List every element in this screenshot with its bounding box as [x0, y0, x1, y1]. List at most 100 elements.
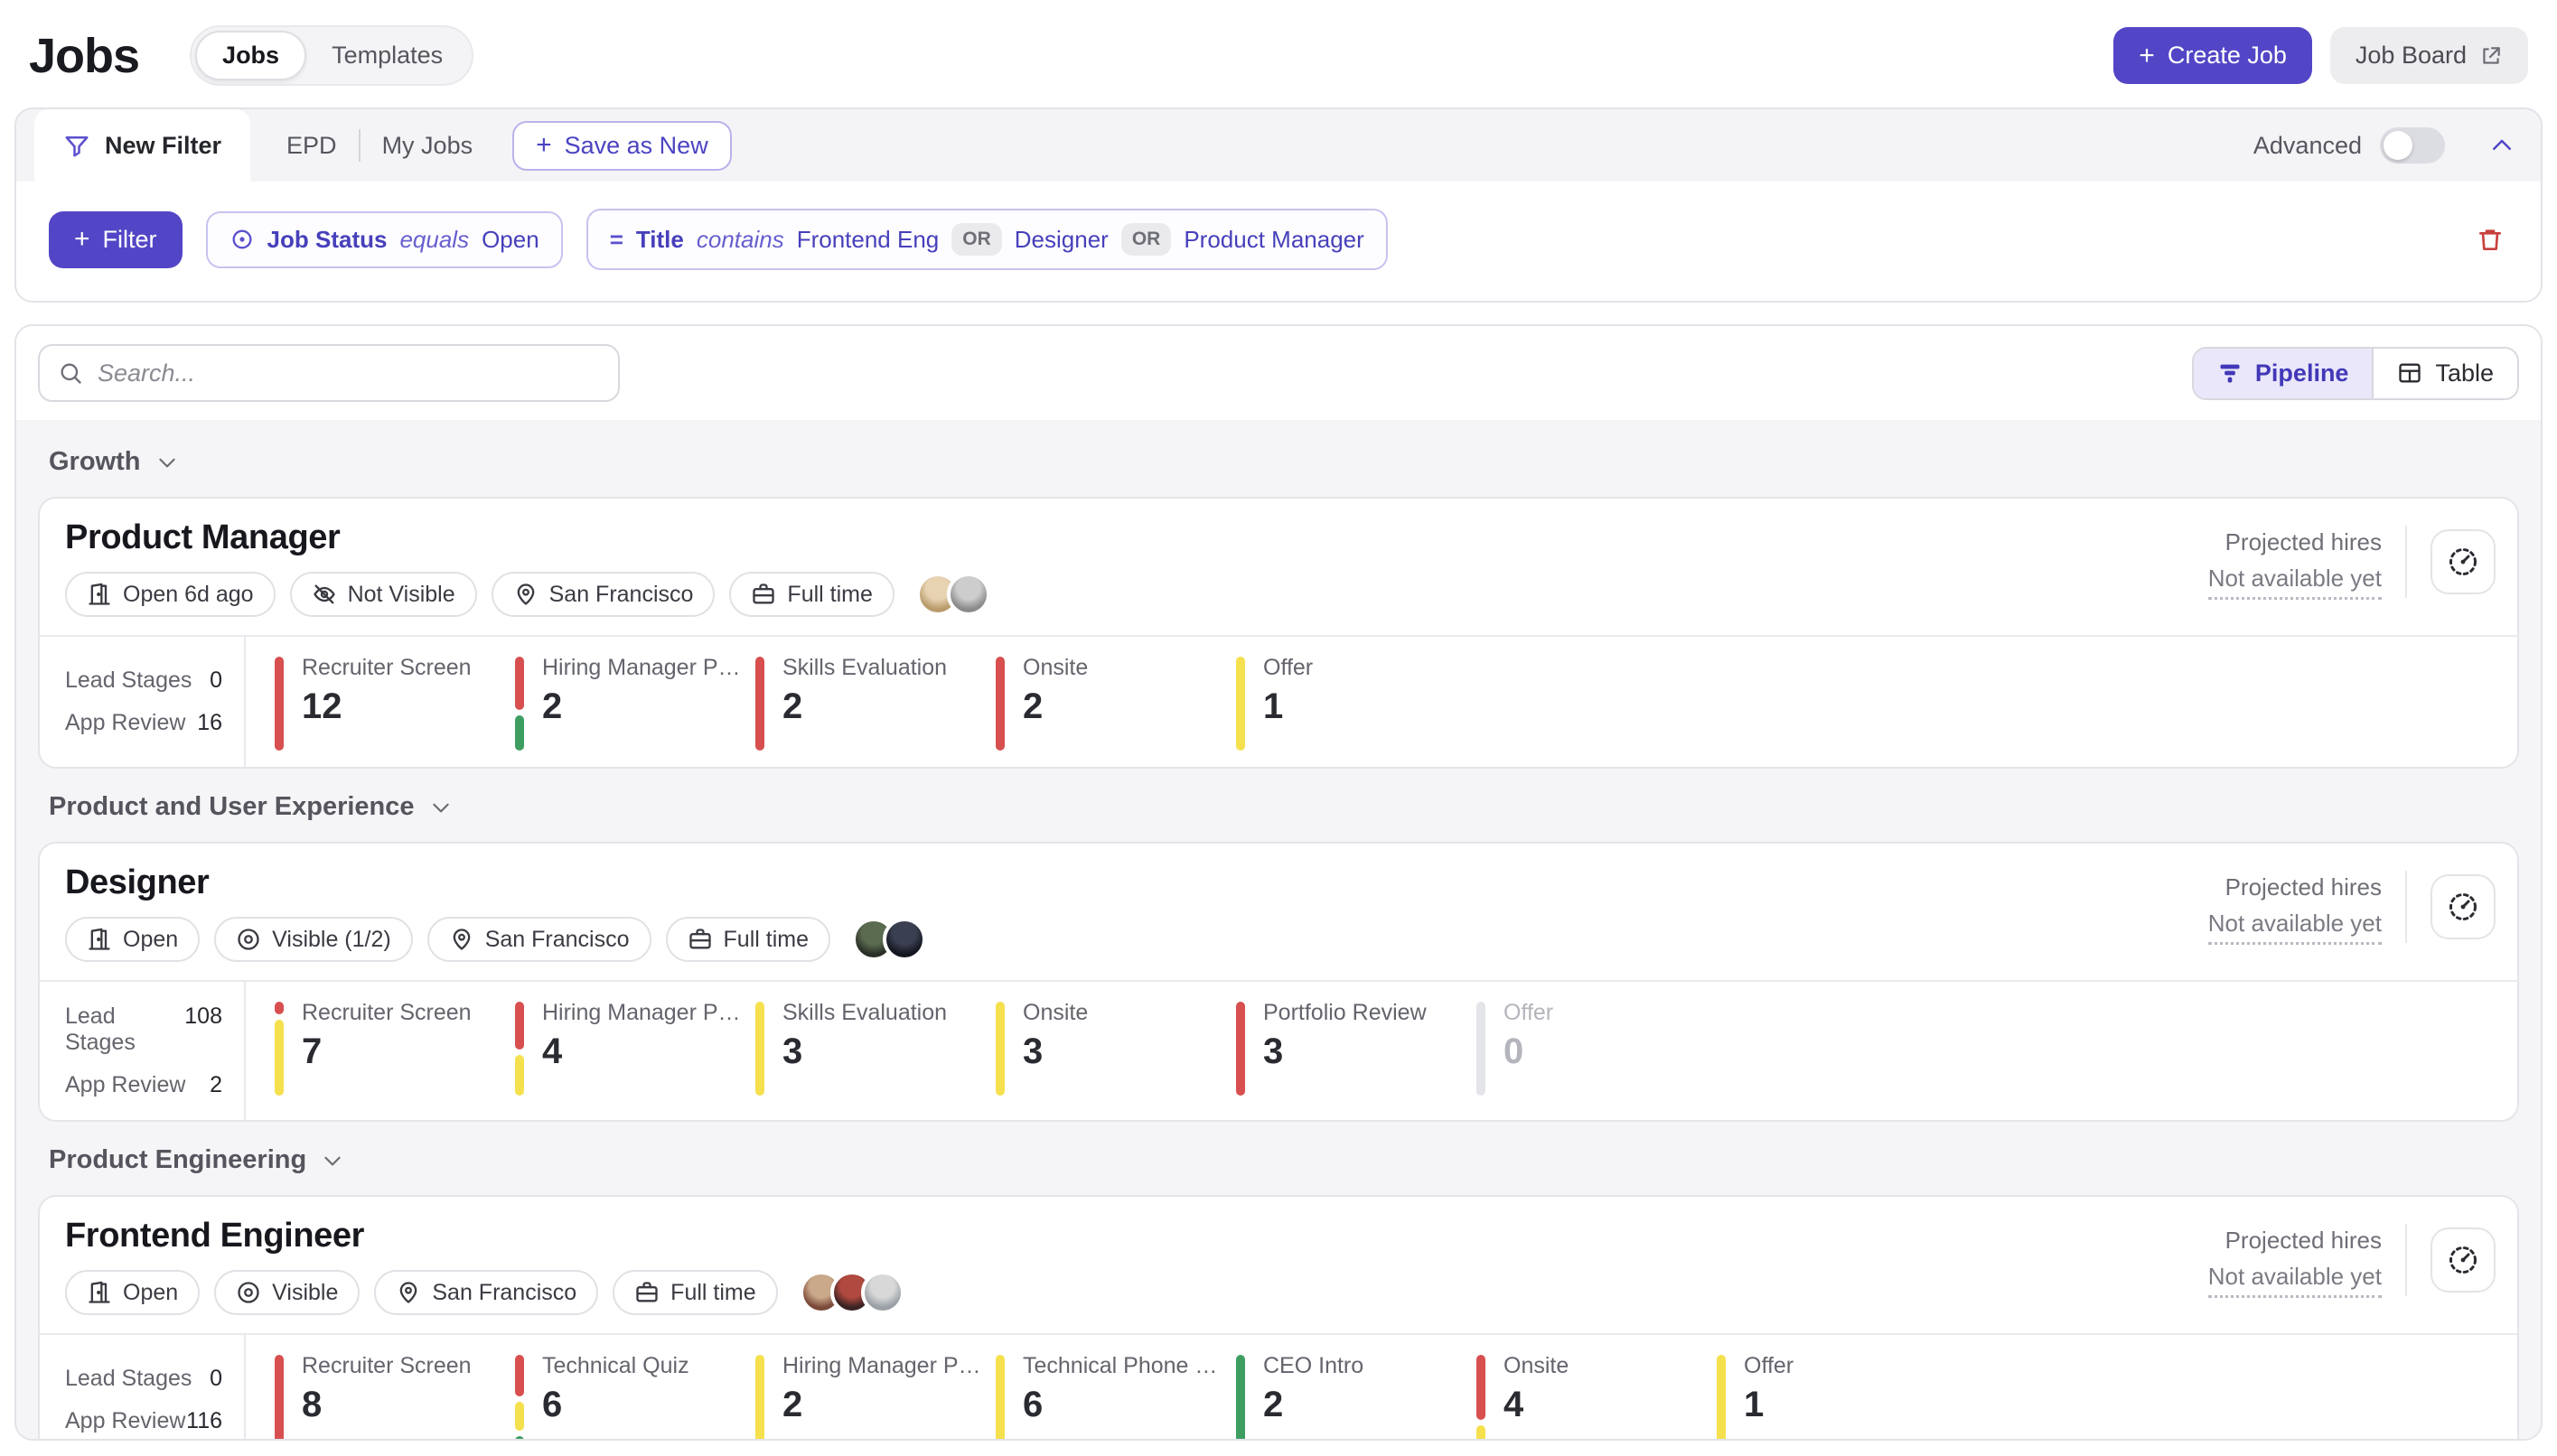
stage-columns: Recruiter Screen 12 Hiring Manager Ph... 2 S… [246, 637, 1476, 767]
stage-count: 6 [542, 1385, 563, 1424]
pipeline-stage-hiring-manager-ph-[interactable]: Hiring Manager Ph... 2 [755, 1351, 996, 1439]
pipeline-stage-portfolio-review[interactable]: Portfolio Review 3 [1236, 998, 1476, 1104]
stage-count: 2 [1263, 1385, 1284, 1424]
jobs-list-panel: Pipeline Table Growth Product Manager Open … [14, 324, 2543, 1441]
stage-columns: Recruiter Screen 7 Hiring Manager Ph... 4 Sk… [246, 982, 1717, 1120]
gauge-icon [2447, 546, 2479, 578]
pipeline-stage-skills-evaluation[interactable]: Skills Evaluation 2 [755, 653, 996, 751]
create-job-button[interactable]: + Create Job [2113, 27, 2312, 84]
job-title[interactable]: Designer [65, 863, 2208, 902]
door-icon [87, 1280, 112, 1305]
pipeline-stage-onsite[interactable]: Onsite 2 [996, 653, 1236, 751]
filter-chip-title[interactable]: = Title contains Frontend Eng OR Designer OR Pr… [585, 209, 1388, 270]
projected-hires-value: Not available yet [2207, 905, 2382, 945]
gauge-icon [2447, 1244, 2479, 1276]
stage-count: 2 [782, 686, 803, 726]
pipeline-stage-recruiter-screen[interactable]: Recruiter Screen 7 [275, 998, 515, 1104]
projected-hires-value: Not available yet [2207, 1258, 2382, 1298]
add-filter-label: Filter [102, 225, 157, 253]
stage-count: 2 [542, 686, 563, 726]
badge-label: Open 6d ago [123, 581, 254, 607]
pipeline-stage-hiring-manager-ph-[interactable]: Hiring Manager Ph... 2 [515, 653, 755, 751]
job-badge: Open 6d ago [65, 572, 276, 617]
pipeline-stage-recruiter-screen[interactable]: Recruiter Screen 12 [275, 653, 515, 751]
job-card-header: Designer Open Visible (1/2) San Francisco Fu… [40, 844, 2517, 980]
briefcase-icon [688, 927, 713, 952]
job-badges: Open Visible San Francisco Full time [65, 1270, 2208, 1315]
pipeline-stage-hiring-manager-ph-[interactable]: Hiring Manager Ph... 4 [515, 998, 755, 1104]
job-board-button[interactable]: Job Board [2329, 27, 2528, 84]
group-name: Growth [49, 447, 141, 476]
pipeline-board: Growth Product Manager Open 6d ago Not Visi… [16, 420, 2541, 1439]
advanced-toggle[interactable] [2380, 127, 2445, 163]
search-input[interactable] [98, 359, 600, 387]
view-mode-pipeline[interactable]: Pipeline [2193, 348, 2373, 398]
group-header-product-engineering[interactable]: Product Engineering [49, 1145, 2519, 1175]
divider [2405, 870, 2407, 943]
pipeline-stage-ceo-intro[interactable]: CEO Intro 2 [1236, 1351, 1476, 1439]
job-title[interactable]: Frontend Engineer [65, 1217, 2208, 1255]
stage-bar-segment [515, 1355, 524, 1396]
job-metrics-button[interactable] [2431, 528, 2496, 594]
stage-count: 1 [1744, 1385, 1765, 1424]
stage-bar-segment [755, 1355, 764, 1439]
view-mode-toggle: Pipeline Table [2191, 346, 2519, 400]
plus-icon: + [2139, 40, 2155, 70]
stage-bar-segment [515, 1436, 524, 1439]
filter-tab-new-filter[interactable]: New Filter [34, 109, 251, 182]
stage-bar-segment [1476, 1355, 1485, 1420]
pipeline-stage-offer[interactable]: Offer 1 [1236, 653, 1476, 751]
filter-tabs-strip: New Filter EPD My Jobs + Save as New Adv… [16, 109, 2541, 182]
job-badge: San Francisco [374, 1270, 599, 1315]
stage-bar [755, 1355, 764, 1439]
stage-count: 8 [302, 1385, 323, 1424]
lead-stat-value: 0 [210, 1366, 222, 1391]
group-header-growth[interactable]: Growth [49, 447, 2519, 477]
pipeline-stage-technical-quiz[interactable]: Technical Quiz 6 [515, 1351, 755, 1439]
stage-bar-segment [515, 1055, 524, 1096]
pipeline-stage-recruiter-screen[interactable]: Recruiter Screen 8 [275, 1351, 515, 1439]
job-metrics-button[interactable] [2431, 1227, 2496, 1293]
lead-stat-value: 0 [210, 667, 222, 693]
projected-hires-label: Projected hires [2224, 1227, 2382, 1254]
pipeline-stage-offer[interactable]: Offer 0 [1476, 998, 1717, 1104]
stage-bar [515, 1002, 524, 1096]
lead-stat-value: 116 [186, 1408, 222, 1433]
toggle-option-jobs[interactable]: Jobs [195, 31, 307, 80]
delete-filter-button[interactable] [2476, 225, 2505, 254]
stage-label: Recruiter Screen [302, 655, 472, 680]
lead-stat-row: Lead Stages 0 [65, 667, 222, 694]
job-card-header: Frontend Engineer Open Visible San Francisc… [40, 1197, 2517, 1333]
filter-tab-epd[interactable]: EPD [265, 132, 359, 160]
job-title[interactable]: Product Manager [65, 518, 2208, 557]
stage-bar [1717, 1355, 1726, 1439]
stage-columns: Recruiter Screen 8 Technical Quiz 6 Hiring M… [246, 1335, 1957, 1439]
job-metrics-button[interactable] [2431, 873, 2496, 939]
pipeline-stage-skills-evaluation[interactable]: Skills Evaluation 3 [755, 998, 996, 1104]
stage-label: Hiring Manager Ph... [782, 1353, 985, 1378]
pin-icon [513, 582, 539, 607]
add-filter-button[interactable]: + Filter [49, 210, 183, 268]
stage-label: Offer [1263, 655, 1314, 680]
pin-icon [449, 927, 474, 952]
toggle-option-templates[interactable]: Templates [306, 33, 468, 79]
job-badge: San Francisco [491, 572, 716, 617]
job-card-product-manager: Product Manager Open 6d ago Not Visible San… [38, 497, 2519, 769]
pipeline-stage-onsite[interactable]: Onsite 3 [996, 998, 1236, 1104]
group-header-product-and-user-experience[interactable]: Product and User Experience [49, 792, 2519, 822]
filter-chip-job-status[interactable]: Job Status equals Open [205, 210, 563, 268]
view-mode-table[interactable]: Table [2372, 348, 2517, 398]
stage-label: Skills Evaluation [782, 655, 948, 680]
plus-icon: + [74, 224, 90, 254]
divider [2405, 525, 2407, 598]
chevron-up-icon[interactable] [2488, 132, 2515, 159]
pipeline-stage-onsite[interactable]: Onsite 4 [1476, 1351, 1717, 1439]
projected-hires-label: Projected hires [2224, 528, 2382, 555]
projected-hires: Projected hires Not available yet [2207, 524, 2382, 600]
filter-tab-my-jobs[interactable]: My Jobs [361, 132, 495, 160]
pipeline-stage-technical-phone-s-[interactable]: Technical Phone S... 6 [996, 1351, 1236, 1439]
pipeline-stage-offer[interactable]: Offer 1 [1717, 1351, 1957, 1439]
equals-icon: = [609, 225, 623, 253]
stage-count: 0 [1503, 1031, 1524, 1071]
save-as-new-button[interactable]: + Save as New [512, 120, 732, 171]
